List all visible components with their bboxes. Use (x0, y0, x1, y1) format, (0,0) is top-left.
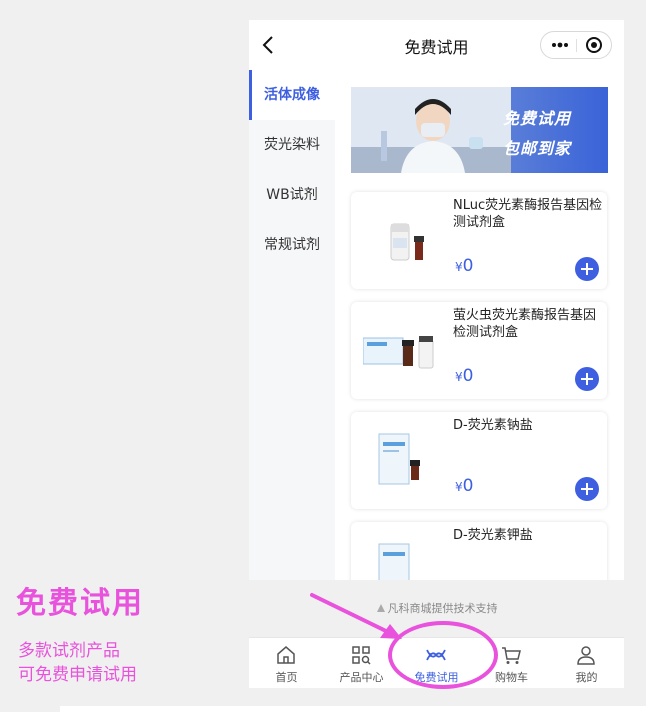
product-name: D-荧光素钾盐 (453, 528, 533, 543)
close-circle-icon[interactable] (584, 36, 604, 54)
product-name: 萤火虫荧光素酶报告基因检测试剂盒 (453, 308, 597, 340)
cart-icon (502, 647, 521, 664)
sidebar-item-wb-reagents[interactable]: WB试剂 (249, 170, 335, 220)
add-to-cart-button[interactable] (575, 367, 599, 391)
product-price: ¥0 (455, 366, 473, 386)
price-value: 0 (462, 256, 474, 276)
product-image (378, 543, 410, 580)
grid-search-icon (352, 646, 371, 665)
price-value: 0 (462, 476, 474, 496)
add-to-cart-button[interactable] (575, 257, 599, 281)
product-price: ¥0 (455, 476, 473, 496)
sidebar-item-in-vivo-imaging[interactable]: 活体成像 (249, 70, 335, 120)
bottom-strip (60, 706, 646, 712)
product-card[interactable]: D-荧光素钠盐 ¥0 (351, 412, 607, 509)
navigation-bar: 免费试用 (249, 20, 624, 70)
product-list-panel: 免费试用 包邮到家 NLuc荧光素酶报告基因检测试剂盒 ¥0 萤火虫荧光素酶报告… (335, 70, 624, 580)
tab-products[interactable]: 产品中心 (324, 638, 399, 688)
product-name: NLuc荧光素酶报告基因检测试剂盒 (453, 198, 603, 230)
price-value: 0 (462, 366, 474, 386)
capsule-divider (576, 39, 577, 52)
scientist-photo (351, 87, 511, 173)
tab-label: 首页 (275, 671, 298, 684)
promo-banner[interactable]: 免费试用 包邮到家 (351, 87, 608, 173)
promo-description-line2: 可免费申请试用 (18, 665, 137, 685)
product-image (390, 223, 424, 261)
home-icon (277, 646, 295, 664)
tab-home[interactable]: 首页 (249, 638, 324, 688)
banner-title: 免费试用 (503, 109, 572, 128)
promo-description-line1: 多款试剂产品 (18, 641, 120, 661)
product-card[interactable]: NLuc荧光素酶报告基因检测试剂盒 ¥0 (351, 192, 607, 289)
product-name: D-荧光素钠盐 (453, 418, 533, 433)
product-image (363, 336, 434, 369)
tab-profile[interactable]: 我的 (549, 638, 624, 688)
highlight-ellipse (388, 621, 498, 689)
currency-symbol: ¥ (455, 260, 463, 274)
annotation-arrow (310, 593, 402, 639)
tab-label: 产品中心 (339, 671, 384, 684)
currency-symbol: ¥ (455, 370, 463, 384)
capsule-menu (540, 31, 612, 59)
more-dots-icon[interactable] (549, 37, 571, 53)
user-icon (577, 646, 595, 665)
product-price: ¥0 (455, 256, 473, 276)
product-card[interactable]: 萤火虫荧光素酶报告基因检测试剂盒 ¥0 (351, 302, 607, 399)
currency-symbol: ¥ (455, 480, 463, 494)
sidebar-item-general-reagents[interactable]: 常规试剂 (249, 220, 335, 270)
promo-title: 免费试用 (16, 586, 144, 621)
add-to-cart-button[interactable] (575, 477, 599, 501)
category-sidebar: 活体成像 荧光染料 WB试剂 常规试剂 (249, 70, 335, 580)
sidebar-item-fluorescent-dyes[interactable]: 荧光染料 (249, 120, 335, 170)
banner-subtitle: 包邮到家 (503, 139, 572, 158)
product-image (378, 433, 420, 485)
product-card[interactable]: D-荧光素钾盐 (351, 522, 607, 580)
tab-label: 我的 (575, 671, 598, 684)
